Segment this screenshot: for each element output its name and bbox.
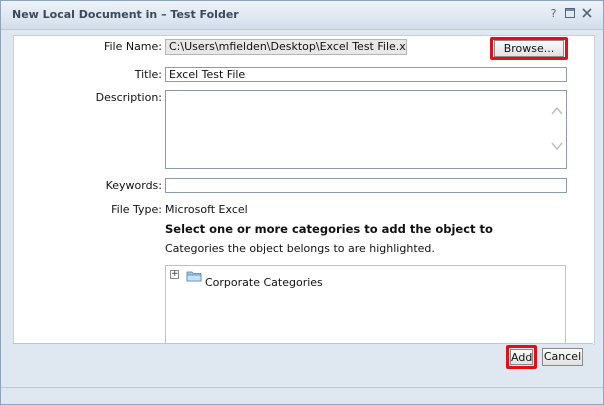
file-type-value: Microsoft Excel bbox=[165, 203, 248, 216]
dialog-titlebar[interactable]: New Local Document in – Test Folder ? bbox=[1, 1, 603, 30]
categories-hint: Categories the object belongs to are hig… bbox=[165, 242, 435, 255]
file-name-field[interactable]: C:\Users\mfielden\Desktop\Excel Test Fil… bbox=[165, 39, 407, 55]
window-controls: ? bbox=[548, 8, 593, 20]
tree-item-corporate-categories[interactable]: Corporate Categories bbox=[205, 276, 323, 289]
cancel-button[interactable]: Cancel bbox=[542, 348, 583, 366]
new-local-document-dialog: New Local Document in – Test Folder ? Fi… bbox=[0, 0, 604, 405]
keywords-label: Keywords: bbox=[105, 179, 162, 192]
title-field[interactable]: Excel Test File bbox=[165, 67, 567, 82]
dialog-bottom-border bbox=[1, 387, 603, 388]
keywords-field[interactable] bbox=[165, 178, 567, 193]
file-name-label: File Name: bbox=[103, 40, 162, 53]
folder-icon bbox=[186, 270, 202, 282]
expand-icon[interactable]: + bbox=[170, 270, 179, 279]
categories-heading: Select one or more categories to add the… bbox=[165, 222, 493, 236]
categories-tree: + Corporate Categories bbox=[165, 265, 566, 343]
scroll-down-icon[interactable] bbox=[551, 141, 563, 151]
close-icon[interactable] bbox=[582, 8, 593, 20]
description-label: Description: bbox=[95, 91, 162, 104]
description-textarea[interactable] bbox=[165, 90, 567, 169]
maximize-icon[interactable] bbox=[565, 8, 576, 20]
title-label: Title: bbox=[134, 68, 162, 81]
file-type-label: File Type: bbox=[111, 203, 162, 216]
scroll-up-icon[interactable] bbox=[551, 106, 563, 116]
browse-button[interactable]: Browse... bbox=[494, 40, 564, 57]
dialog-title: New Local Document in – Test Folder bbox=[12, 8, 239, 21]
help-icon[interactable]: ? bbox=[548, 8, 559, 20]
add-button[interactable]: Add bbox=[510, 349, 533, 365]
